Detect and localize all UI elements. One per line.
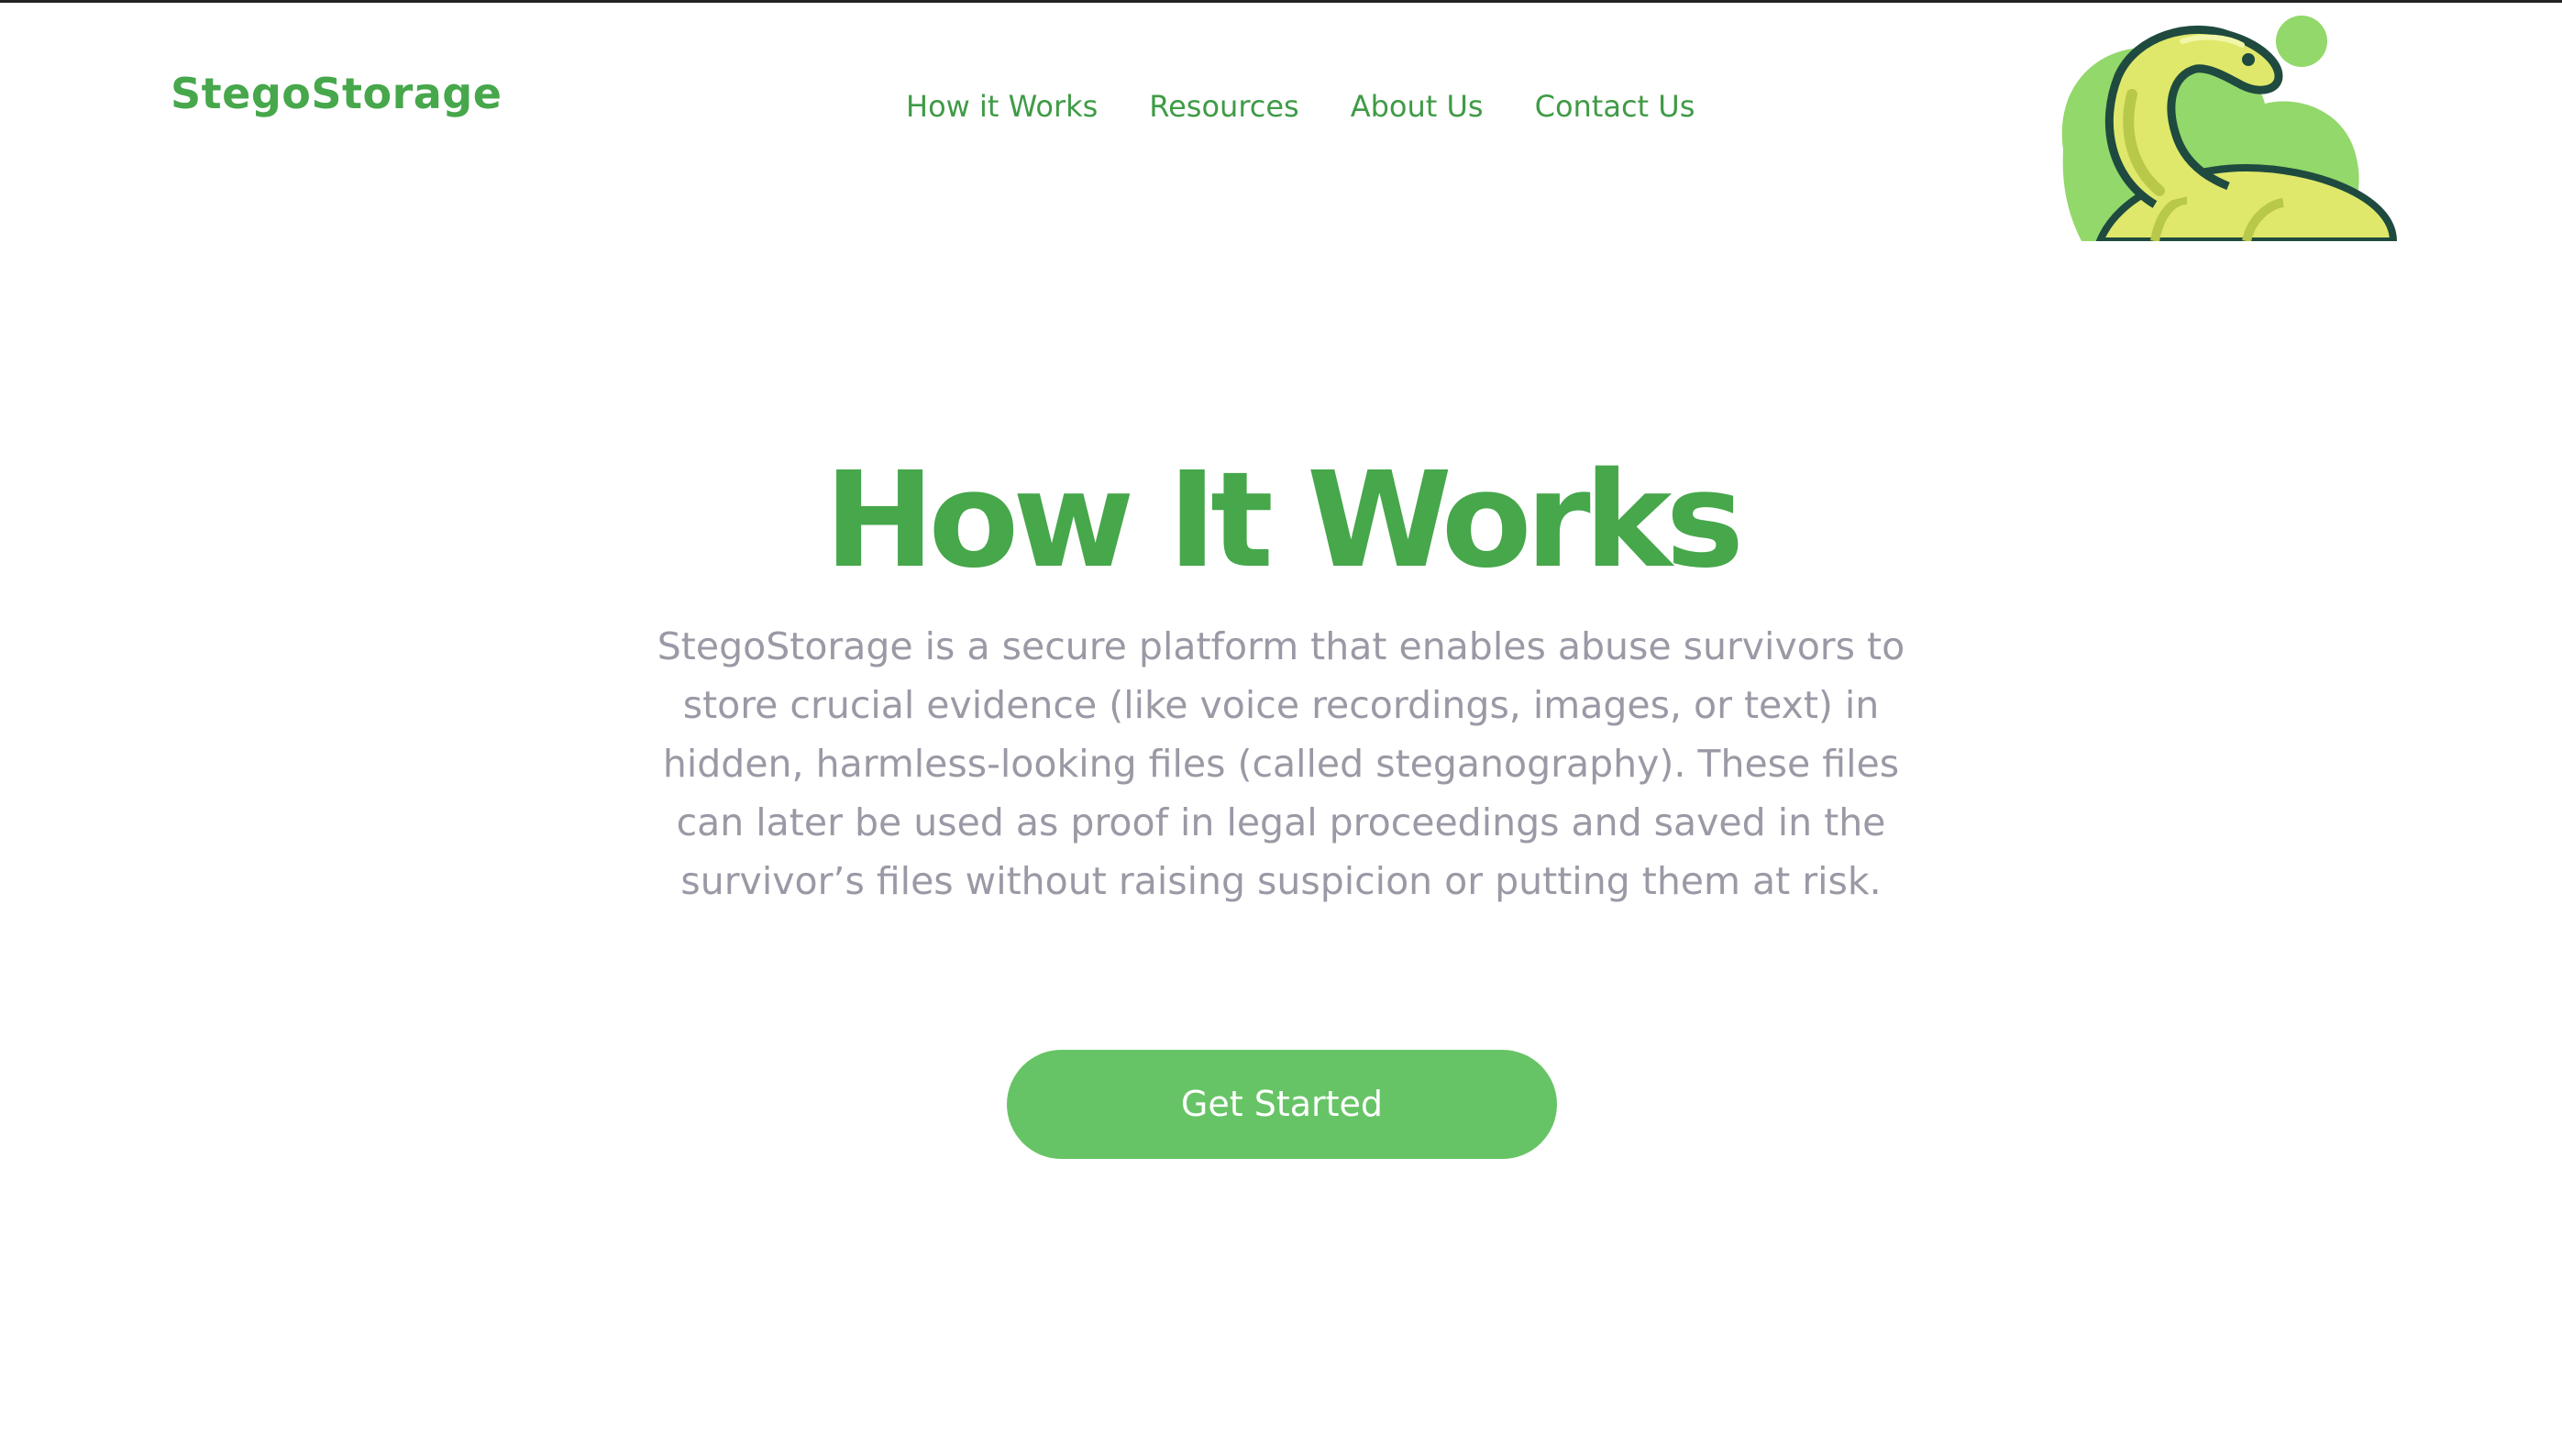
nav-contact-us[interactable]: Contact Us [1535,89,1695,124]
dinosaur-mascot-icon [2045,12,2402,241]
nav-resources[interactable]: Resources [1149,89,1298,124]
nav-about-us[interactable]: About Us [1351,89,1484,124]
page: StegoStorage How it Works Resources Abou… [0,0,2562,1456]
hero-description: StegoStorage is a secure platform that e… [657,624,1905,903]
get-started-button[interactable]: Get Started [1007,1050,1557,1159]
brand-logo[interactable]: StegoStorage [171,69,502,118]
nav-how-it-works[interactable]: How it Works [906,89,1098,124]
main-nav: How it Works Resources About Us Contact … [906,89,1695,124]
page-title: How It Works [823,443,1744,597]
